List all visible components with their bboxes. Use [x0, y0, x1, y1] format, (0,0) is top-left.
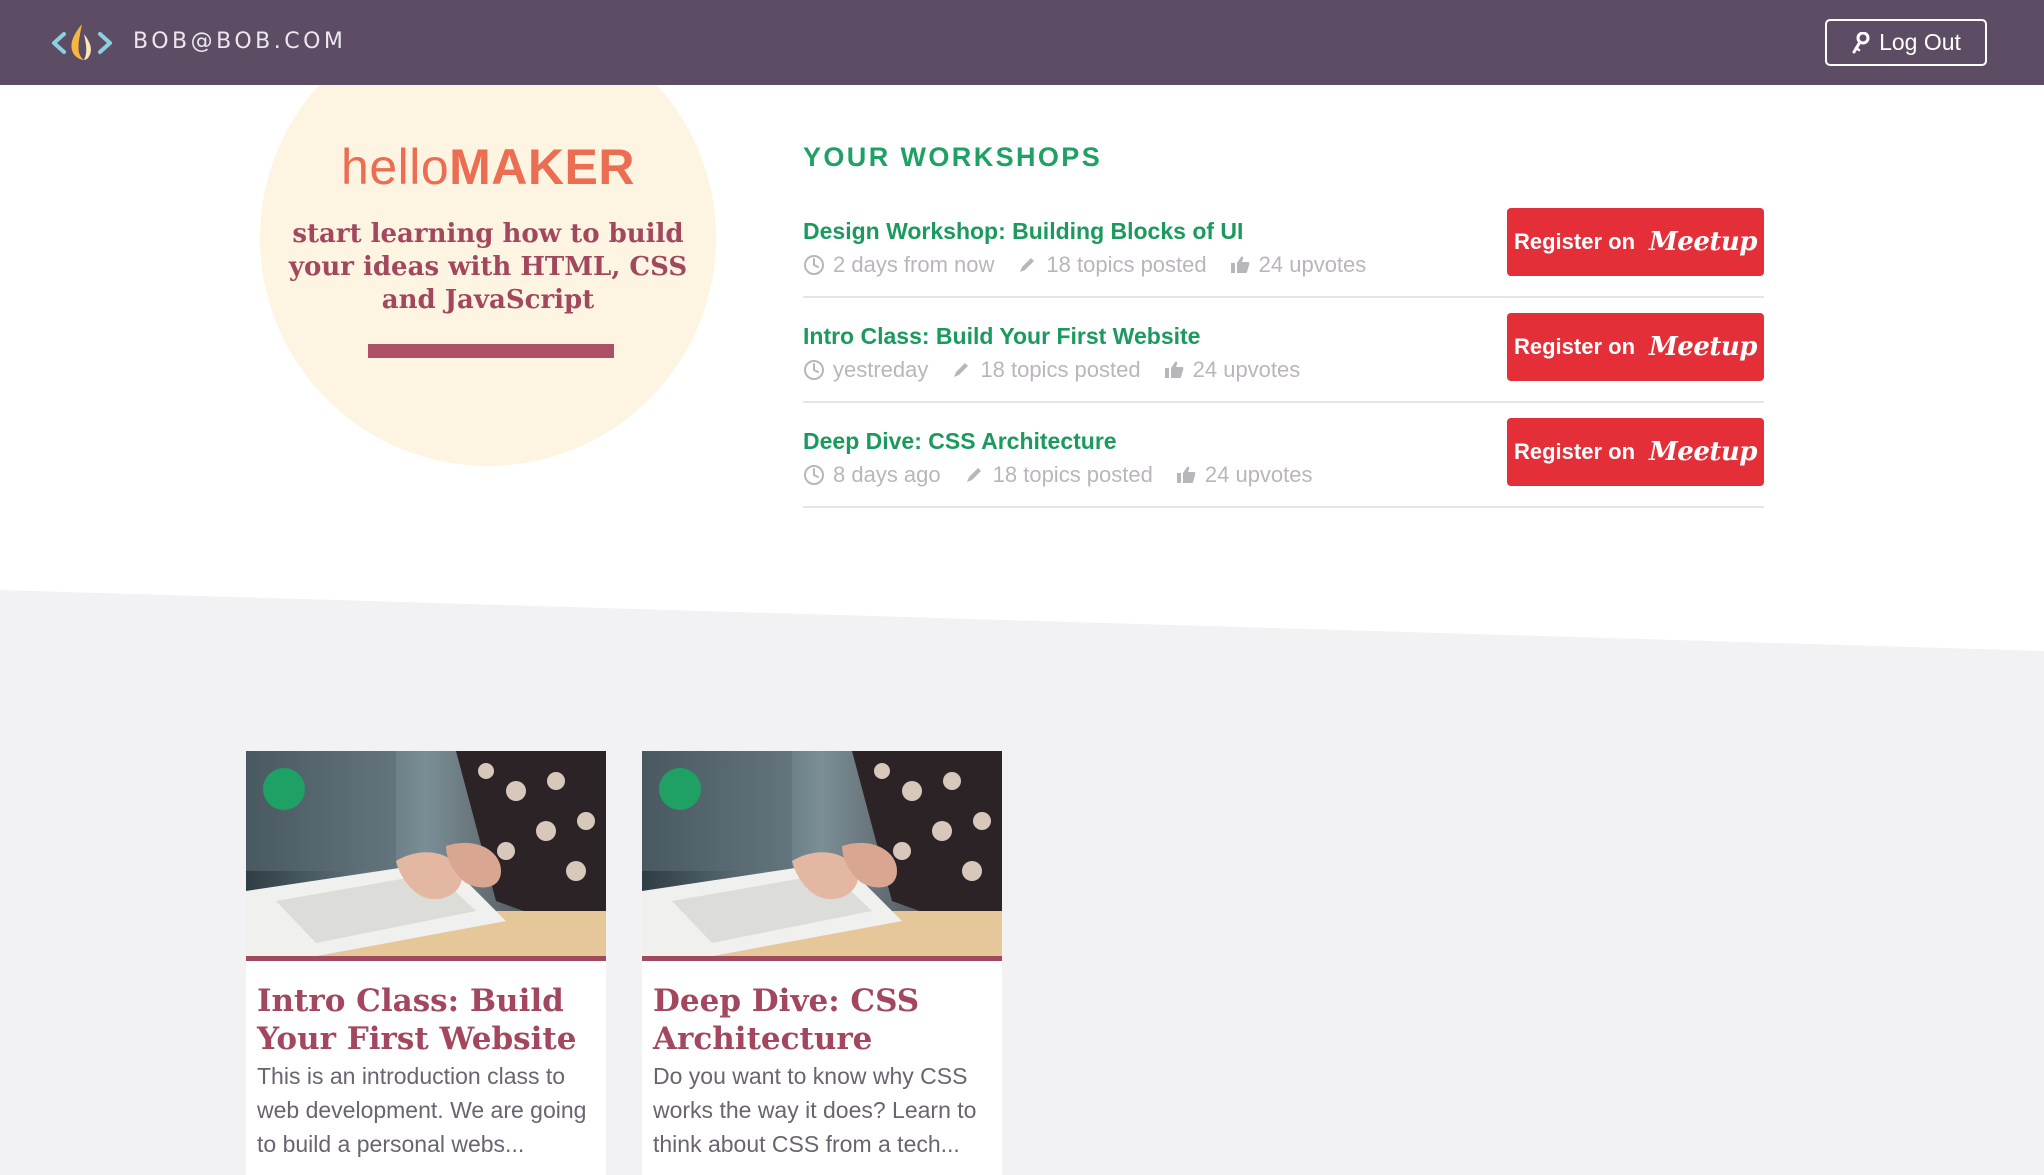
workshop-meta: 8 days ago 18 topics posted 24 upvotes [803, 461, 1335, 489]
card-description: Do you want to know why CSS works the wa… [653, 1063, 977, 1157]
workshop-title-link[interactable]: Intro Class: Build Your First Website [803, 323, 1200, 350]
register-on-meetup-button[interactable]: Register on Meetup [1507, 313, 1764, 381]
workshop-topics: 18 topics posted [963, 462, 1153, 488]
register-on-meetup-button[interactable]: Register on Meetup [1507, 208, 1764, 276]
workshop-title-link[interactable]: Deep Dive: CSS Architecture [803, 428, 1117, 455]
workshop-time-text: 2 days from now [833, 252, 995, 277]
workshop-title-link[interactable]: Design Workshop: Building Blocks of UI [803, 218, 1243, 245]
workshop-upvotes-text: 24 upvotes [1204, 462, 1313, 487]
workshop-row: Intro Class: Build Your First Website ye… [803, 313, 1764, 403]
workshop-card[interactable]: Intro Class: Build Your First Website Th… [246, 751, 606, 1175]
brand-light-text: hello [341, 139, 450, 195]
workshop-upvotes: 24 upvotes [1229, 252, 1367, 278]
workshop-meta: 2 days from now 18 topics posted 24 upvo… [803, 251, 1388, 279]
hero-tagline: start learning how to build your ideas w… [288, 219, 688, 315]
clock-icon [804, 360, 824, 380]
key-icon [1852, 31, 1870, 53]
thumbs-up-icon [1230, 256, 1250, 273]
card-description: This is an introduction class to web dev… [257, 1063, 587, 1157]
card-photo-border [246, 956, 606, 961]
workshop-topics-text: 18 topics posted [1046, 252, 1207, 277]
workshop-upvotes: 24 upvotes [1163, 357, 1301, 383]
meetup-logo: Meetup [1649, 227, 1757, 257]
register-label: Register on [1514, 439, 1636, 464]
top-navbar: BOB@BOB.COM Log Out [0, 0, 2044, 85]
workshop-topics-text: 18 topics posted [980, 357, 1141, 382]
workshop-row: Design Workshop: Building Blocks of UI 2… [803, 208, 1764, 298]
brand-logotype: helloMAKER [260, 138, 716, 196]
code-flame-logo-icon[interactable] [50, 22, 114, 64]
green-status-dot-icon [659, 768, 701, 810]
green-status-dot-icon [263, 768, 305, 810]
brand-bold-text: MAKER [449, 139, 635, 195]
logout-label: Log Out [1879, 29, 1961, 55]
workshop-time: 8 days ago [803, 462, 941, 488]
register-label: Register on [1514, 229, 1636, 254]
meetup-logo: Meetup [1649, 437, 1757, 467]
workshop-topics: 18 topics posted [1016, 252, 1207, 278]
user-email: BOB@BOB.COM [133, 29, 347, 54]
pencil-icon [966, 468, 981, 482]
pencil-icon [954, 363, 969, 377]
clock-icon [804, 255, 824, 275]
meetup-logo: Meetup [1649, 332, 1757, 362]
workshop-upvotes: 24 upvotes [1175, 462, 1313, 488]
card-title[interactable]: Deep Dive: CSS Architecture [653, 982, 993, 1058]
card-title[interactable]: Intro Class: Build Your First Website [257, 982, 597, 1058]
clock-icon [804, 465, 824, 485]
workshop-topics: 18 topics posted [950, 357, 1141, 383]
register-label: Register on [1514, 334, 1636, 359]
pencil-icon [1020, 258, 1035, 272]
workshop-card[interactable]: Deep Dive: CSS Architecture Do you want … [642, 751, 1002, 1175]
logout-button[interactable]: Log Out [1825, 19, 1987, 66]
card-photo-border [642, 956, 1002, 961]
workshop-upvotes-text: 24 upvotes [1192, 357, 1301, 382]
workshop-time: 2 days from now [803, 252, 994, 278]
workshop-time: yestreday [803, 357, 928, 383]
workshop-topics-text: 18 topics posted [992, 462, 1153, 487]
thumbs-up-icon [1164, 361, 1184, 378]
register-on-meetup-button[interactable]: Register on Meetup [1507, 418, 1764, 486]
workshop-row: Deep Dive: CSS Architecture 8 days ago 1… [803, 418, 1764, 508]
thumbs-up-icon [1176, 466, 1196, 483]
workshop-upvotes-text: 24 upvotes [1258, 252, 1367, 277]
workshop-time-text: yestreday [833, 357, 929, 382]
workshop-time-text: 8 days ago [833, 462, 941, 487]
hero-divider-bar [368, 344, 614, 358]
workshop-meta: yestreday 18 topics posted 24 upvotes [803, 356, 1322, 384]
workshops-heading: YOUR WORKSHOPS [803, 142, 1103, 172]
